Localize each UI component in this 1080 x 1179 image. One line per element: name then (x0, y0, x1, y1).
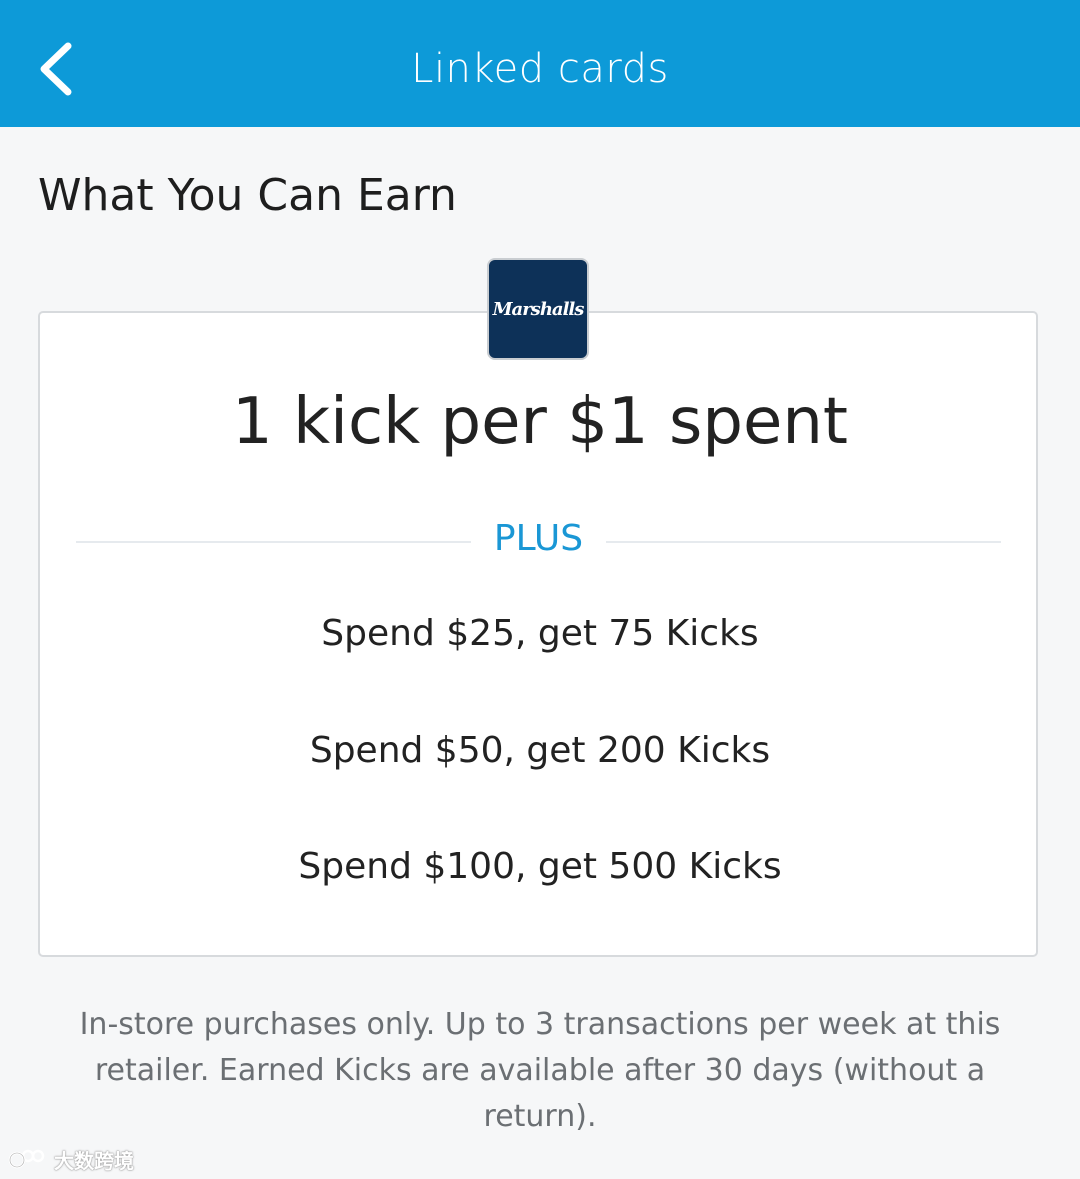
watermark-logo-icon (8, 1149, 45, 1169)
divider-right (606, 541, 1001, 543)
watermark: 大数跨境 (8, 1142, 134, 1176)
divider-left (76, 541, 471, 543)
retailer-logo-text: Marshalls (492, 298, 585, 320)
plus-label: PLUS (493, 518, 584, 559)
bonus-offer: Spend $50, get 200 Kicks (309, 730, 771, 771)
retailer-logo: Marshalls (487, 258, 589, 360)
section-title: What You Can Earn (38, 170, 457, 221)
app-header: Linked cards (0, 0, 1080, 127)
bonus-offer: Spend $100, get 500 Kicks (298, 846, 782, 887)
page-title: Linked cards (411, 46, 669, 92)
bonus-offer: Spend $25, get 75 Kicks (321, 613, 759, 654)
watermark-text: 大数跨境 (54, 1148, 134, 1173)
base-earn-rate: 1 kick per $1 spent (232, 385, 848, 459)
disclaimer-text: In-store purchases only. Up to 3 transac… (79, 1007, 1001, 1134)
